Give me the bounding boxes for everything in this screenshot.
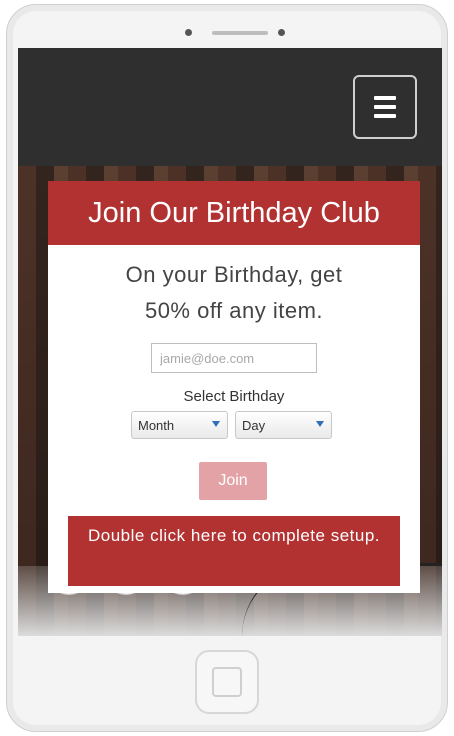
month-select-value: Month [138,417,175,433]
offer-line-2: 50% off any item. [144,298,324,323]
home-button-square-icon [212,667,242,697]
birthday-club-popup: Join Our Birthday Club On your Birthday,… [48,181,420,593]
home-button[interactable] [195,650,259,714]
day-select[interactable]: Day [235,411,332,439]
speaker-grille [212,31,268,35]
complete-setup-banner[interactable]: Double click here to complete setup. [68,516,400,586]
hamburger-menu-icon[interactable] [353,75,417,139]
offer-line-1: On your Birthday, get [125,262,343,287]
popup-title: Join Our Birthday Club [48,181,420,245]
offer-text: On your Birthday, get 50% off any item. [48,257,420,329]
sensor-dot [278,29,285,36]
month-select[interactable]: Month [131,411,228,439]
join-button[interactable]: Join [199,462,267,500]
day-dropdown-arrow-icon [316,421,324,427]
phone-top-bezel [7,5,447,53]
day-select-value: Day [242,417,266,433]
camera-dot [185,29,192,36]
email-input[interactable] [151,343,317,373]
month-dropdown-arrow-icon [212,421,220,427]
top-navigation-bar [18,48,442,166]
select-birthday-label: Select Birthday [183,388,285,405]
